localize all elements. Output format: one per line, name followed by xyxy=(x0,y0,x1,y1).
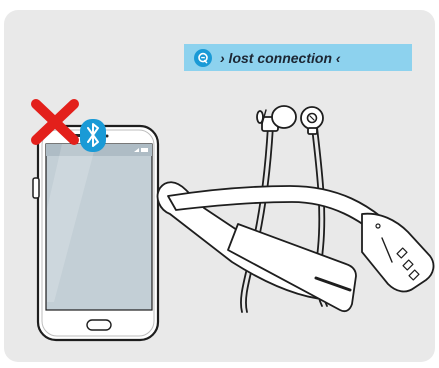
neckband-headphones-icon xyxy=(156,105,435,313)
smartphone xyxy=(32,124,160,342)
bluetooth-icon xyxy=(80,119,106,152)
illustration xyxy=(31,99,435,342)
home-button xyxy=(86,319,112,331)
